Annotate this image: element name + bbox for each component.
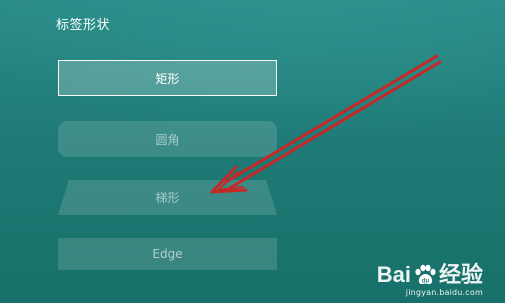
watermark-logo-left: Bai xyxy=(376,262,411,287)
shape-option-label: 梯形 xyxy=(155,191,180,205)
baidu-paw-icon: du xyxy=(415,264,436,285)
watermark-logo-right: 经验 xyxy=(438,262,483,287)
svg-text:du: du xyxy=(422,279,430,285)
section-title: 标签形状 xyxy=(56,18,111,33)
shape-option-label: 矩形 xyxy=(155,71,180,86)
shape-option-label: Edge xyxy=(152,247,183,261)
baidu-watermark: Bai du 经验 jingyan.baidu.com xyxy=(376,262,483,298)
shape-option-edge[interactable]: Edge xyxy=(58,238,277,270)
shape-option-trapezoid[interactable]: 梯形 xyxy=(58,180,277,215)
watermark-url: jingyan.baidu.com xyxy=(405,288,483,297)
shape-option-rounded[interactable]: 圆角 xyxy=(58,121,277,157)
shape-option-label: 圆角 xyxy=(155,132,180,147)
shape-option-rectangle[interactable]: 矩形 xyxy=(58,60,277,96)
